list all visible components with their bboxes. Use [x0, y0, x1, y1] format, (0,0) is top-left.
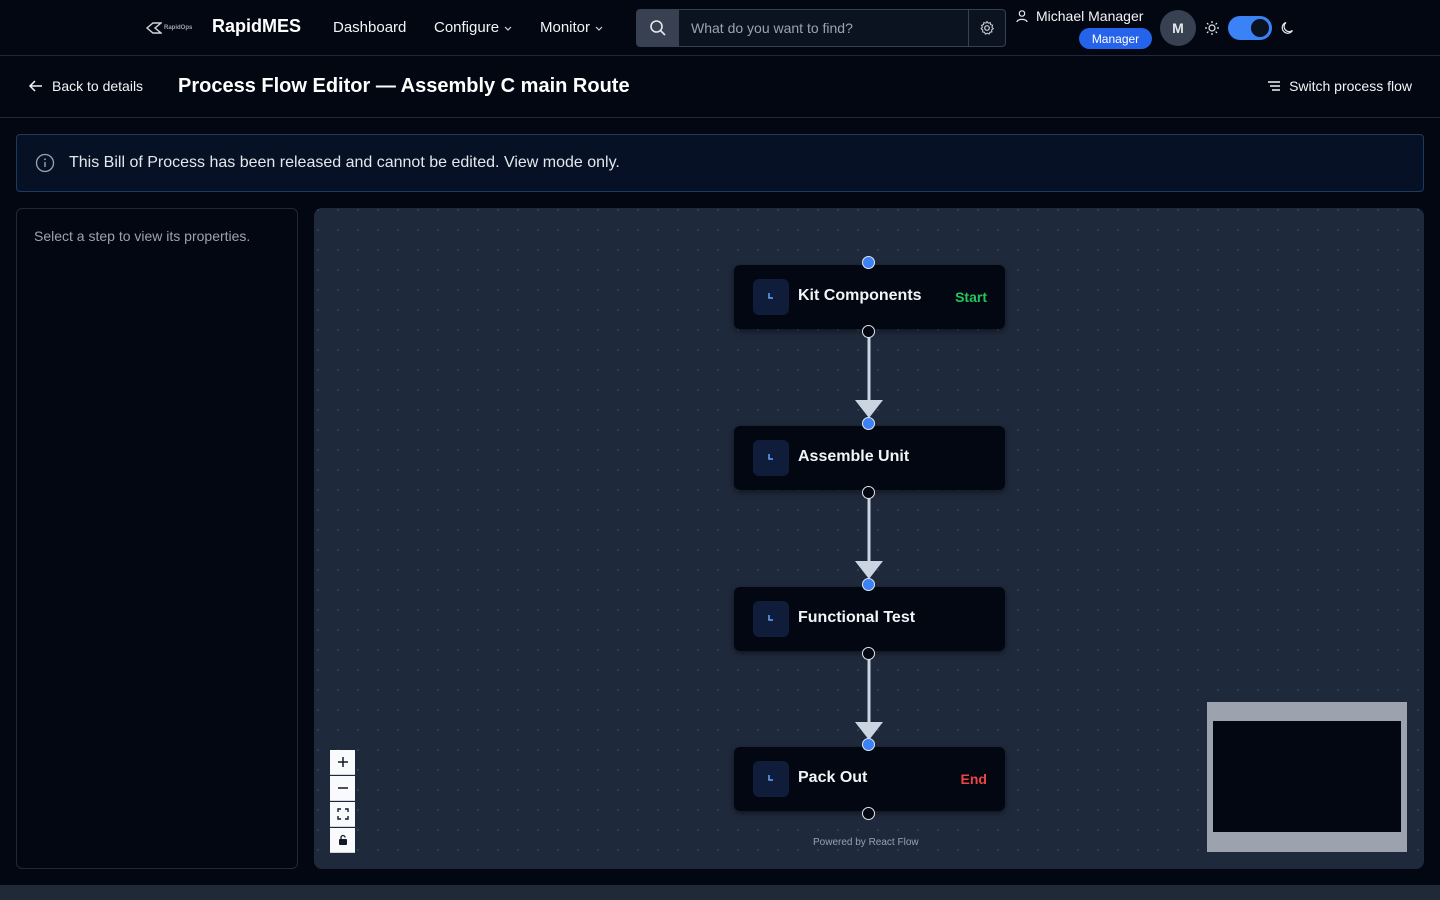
moon-icon	[1281, 21, 1294, 34]
node-label: Functional Test	[798, 609, 916, 626]
clock-icon	[753, 440, 789, 476]
node-label: Pack Out	[798, 769, 868, 786]
flow-node-functional-test[interactable]: Functional Test	[734, 587, 1005, 651]
gear-icon	[980, 20, 995, 35]
flow-minimap[interactable]	[1207, 702, 1407, 852]
clock-icon	[753, 601, 789, 637]
search-settings-button[interactable]	[968, 10, 1005, 46]
minus-icon	[337, 787, 348, 789]
clock-icon	[753, 761, 789, 797]
clock-icon	[753, 279, 789, 315]
react-flow-attribution[interactable]: Powered by React Flow	[813, 837, 919, 848]
edge-test-to-pack[interactable]	[855, 654, 883, 740]
toggle-interactivity-button[interactable]	[330, 828, 355, 853]
flow-canvas[interactable]: Kit Components Start Assemble Unit Funct…	[314, 208, 1424, 869]
toggle-knob	[1251, 19, 1269, 37]
lock-icon	[338, 834, 347, 845]
switch-label: Switch process flow	[1289, 78, 1412, 94]
logo-icon	[146, 22, 162, 34]
search-icon	[650, 20, 666, 36]
start-tag: Start	[955, 289, 987, 305]
nav-monitor[interactable]: Monitor	[540, 19, 604, 36]
flow-node-kit-components[interactable]: Kit Components Start	[734, 265, 1005, 329]
avatar[interactable]: M	[1160, 10, 1196, 46]
sun-icon	[1205, 21, 1219, 35]
top-navbar: RapidOps RapidMES Dashboard Configure Mo…	[0, 0, 1440, 56]
nav-configure-label: Configure	[434, 19, 500, 36]
bottom-bar	[0, 885, 1440, 900]
user-name: Michael Manager	[1036, 8, 1144, 24]
switch-process-flow-button[interactable]: Switch process flow	[1267, 78, 1412, 94]
search-bar	[636, 9, 1006, 47]
node-label: Kit Components	[798, 287, 922, 304]
node-input-handle[interactable]	[862, 256, 875, 269]
search-button[interactable]	[637, 10, 679, 46]
node-input-handle[interactable]	[862, 417, 875, 430]
nav-monitor-label: Monitor	[540, 19, 591, 36]
page-title: Process Flow Editor — Assembly C main Ro…	[178, 75, 630, 97]
user-icon	[1016, 10, 1028, 23]
node-output-handle[interactable]	[862, 807, 875, 820]
node-input-handle[interactable]	[862, 578, 875, 591]
view-only-alert: This Bill of Process has been released a…	[16, 134, 1424, 192]
fit-view-icon	[336, 808, 349, 820]
company-logo[interactable]: RapidOps	[146, 19, 196, 37]
edge-kit-to-assemble[interactable]	[855, 332, 883, 418]
nav-dashboard[interactable]: Dashboard	[333, 19, 406, 36]
fit-view-button[interactable]	[330, 802, 355, 827]
flow-controls	[330, 750, 355, 853]
nav-configure[interactable]: Configure	[434, 19, 513, 36]
back-to-details-button[interactable]: Back to details	[28, 78, 143, 94]
zoom-in-button[interactable]	[330, 750, 355, 775]
end-tag: End	[960, 771, 987, 787]
node-output-handle[interactable]	[862, 647, 875, 660]
node-label: Assemble Unit	[798, 448, 910, 465]
properties-hint: Select a step to view its properties.	[34, 228, 251, 244]
zoom-out-button[interactable]	[330, 776, 355, 801]
logo-text: RapidOps	[164, 25, 193, 31]
search-input[interactable]	[679, 10, 969, 46]
page-header: Back to details Process Flow Editor — As…	[0, 57, 1440, 118]
edge-assemble-to-test[interactable]	[855, 493, 883, 579]
chevron-down-icon	[595, 26, 603, 31]
minimap-viewport	[1213, 721, 1401, 832]
menu-lines-icon	[1268, 81, 1281, 91]
node-output-handle[interactable]	[862, 486, 875, 499]
plus-icon	[337, 757, 348, 767]
arrow-left-icon	[28, 80, 42, 92]
chevron-down-icon	[504, 26, 512, 31]
node-output-handle[interactable]	[862, 325, 875, 338]
alert-message: This Bill of Process has been released a…	[69, 154, 620, 171]
back-label: Back to details	[52, 78, 144, 94]
nav-dashboard-label: Dashboard	[333, 19, 407, 36]
flow-node-assemble-unit[interactable]: Assemble Unit	[734, 426, 1005, 490]
role-badge: Manager	[1079, 28, 1152, 49]
node-input-handle[interactable]	[862, 738, 875, 751]
info-icon	[35, 153, 55, 173]
theme-toggle[interactable]	[1228, 16, 1272, 40]
step-properties-panel: Select a step to view its properties.	[16, 208, 298, 869]
flow-node-pack-out[interactable]: Pack Out End	[734, 747, 1005, 811]
brand-name[interactable]: RapidMES	[212, 16, 301, 37]
